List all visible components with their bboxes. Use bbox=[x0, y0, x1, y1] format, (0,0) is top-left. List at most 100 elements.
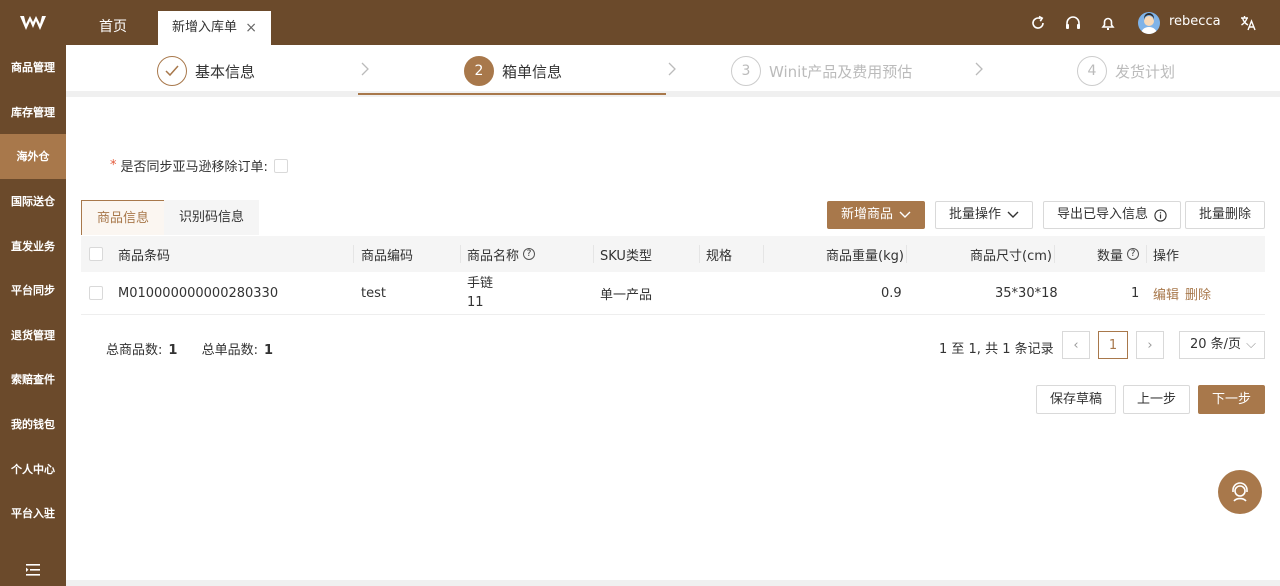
header-code: 商品编码 bbox=[361, 248, 414, 264]
sync-amazon-label: 是否同步亚马逊移除订单: bbox=[120, 160, 268, 175]
sidebar-item-overseas-warehouse[interactable]: 海外仓 bbox=[0, 134, 66, 179]
cell-name-line2: 11 bbox=[467, 295, 484, 310]
step-winit-product[interactable]: 3 Winit产品及费用预估 bbox=[731, 56, 912, 86]
total-products-value: 1 bbox=[168, 343, 178, 358]
sidebar-item-direct-shipping[interactable]: 直发业务 bbox=[0, 223, 66, 268]
collapse-menu-icon[interactable] bbox=[0, 564, 66, 576]
chevron-down-icon bbox=[899, 211, 911, 218]
pagination-range: 1 至 1, 共 1 条记录 bbox=[939, 342, 1054, 357]
bell-icon[interactable] bbox=[1099, 14, 1117, 32]
select-all-checkbox[interactable] bbox=[89, 247, 103, 261]
column-divider bbox=[353, 245, 354, 263]
sidebar-item-platform-sync[interactable]: 平台同步 bbox=[0, 268, 66, 313]
sidebar-item-wallet[interactable]: 我的钱包 bbox=[0, 402, 66, 447]
cell-name: 手链 11 bbox=[467, 272, 493, 314]
step-number: 3 bbox=[731, 56, 761, 86]
chevron-right-icon bbox=[668, 62, 676, 76]
chevron-down-icon: ⌵ bbox=[1246, 337, 1256, 352]
prev-page-button[interactable]: ‹ bbox=[1062, 331, 1090, 359]
info-icon[interactable] bbox=[1154, 208, 1167, 222]
tab-home[interactable]: 首页 bbox=[99, 0, 127, 45]
table-row: M010000000000280330 test 手链 11 单一产品 0.9 … bbox=[81, 272, 1265, 315]
next-page-button[interactable]: › bbox=[1136, 331, 1164, 359]
page-size-select[interactable]: 20 条/页 ⌵ bbox=[1179, 331, 1265, 359]
cell-weight: 0.9 bbox=[881, 285, 902, 301]
cell-size: 35*30*18 bbox=[995, 285, 1058, 301]
chevron-right-icon bbox=[975, 62, 983, 76]
sidebar-item-returns[interactable]: 退货管理 bbox=[0, 313, 66, 358]
add-product-label: 新增商品 bbox=[841, 207, 894, 222]
chevron-down-icon bbox=[1007, 211, 1019, 218]
sidebar-item-inventory[interactable]: 库存管理 bbox=[0, 90, 66, 135]
edit-link[interactable]: 编辑 bbox=[1153, 284, 1179, 303]
sidebar-item-claims[interactable]: 索赔查件 bbox=[0, 357, 66, 402]
total-single-value: 1 bbox=[263, 343, 274, 358]
row-checkbox[interactable] bbox=[89, 286, 103, 300]
step-packing-list[interactable]: 2 箱单信息 bbox=[464, 56, 562, 86]
summary-totals: 总商品数: 1 总单品数: 1 bbox=[106, 339, 293, 358]
step-shipping-plan[interactable]: 4 发货计划 bbox=[1077, 56, 1175, 86]
column-divider bbox=[906, 245, 907, 263]
prev-step-button[interactable]: 上一步 bbox=[1123, 385, 1191, 414]
table-header: 商品条码 商品编码 商品名称 ? SKU类型 规格 商品重量(kg) 商品尺寸(… bbox=[81, 236, 1265, 272]
add-product-button[interactable]: 新增商品 bbox=[827, 201, 926, 229]
tab-product-info[interactable]: 商品信息 bbox=[81, 200, 166, 235]
cell-barcode: M010000000000280330 bbox=[118, 285, 279, 301]
export-imported-button[interactable]: 导出已导入信息 bbox=[1043, 201, 1182, 229]
tab-label: 新增入库单 bbox=[172, 20, 238, 35]
refresh-icon[interactable] bbox=[1029, 14, 1047, 32]
step-label: Winit产品及费用预估 bbox=[769, 62, 913, 81]
sync-amazon-checkbox[interactable] bbox=[273, 158, 288, 173]
translate-icon[interactable] bbox=[1239, 14, 1257, 32]
step-number: 4 bbox=[1077, 56, 1107, 86]
save-draft-button[interactable]: 保存草稿 bbox=[1036, 385, 1117, 414]
sidebar-item-profile[interactable]: 个人中心 bbox=[0, 446, 66, 491]
total-single-label: 总单品数: bbox=[201, 343, 258, 358]
customer-service-button[interactable] bbox=[1218, 470, 1262, 514]
step-label: 箱单信息 bbox=[502, 62, 563, 81]
next-step-button[interactable]: 下一步 bbox=[1198, 385, 1266, 414]
active-step-underline bbox=[358, 93, 666, 95]
step-number: 2 bbox=[464, 56, 494, 86]
batch-delete-button[interactable]: 批量删除 bbox=[1185, 201, 1266, 229]
header-sku-type: SKU类型 bbox=[600, 248, 652, 264]
total-products-label: 总商品数: bbox=[106, 343, 163, 358]
header-spec: 规格 bbox=[706, 248, 733, 264]
cell-qty: 1 bbox=[1131, 285, 1140, 301]
chevron-right-icon bbox=[361, 62, 369, 76]
help-icon[interactable]: ? bbox=[523, 248, 536, 260]
header-name-label: 商品名称 bbox=[467, 248, 520, 264]
page-size-value: 20 条/页 bbox=[1190, 337, 1242, 352]
header-barcode: 商品条码 bbox=[118, 248, 171, 264]
column-divider bbox=[1146, 245, 1147, 263]
page-1-button[interactable]: 1 bbox=[1098, 331, 1128, 359]
delete-link[interactable]: 删除 bbox=[1185, 284, 1211, 303]
main-panel: 基本信息 2 箱单信息 3 Winit产品及费用预估 4 发货计划 * 是否同步… bbox=[66, 45, 1280, 580]
step-label: 基本信息 bbox=[195, 62, 256, 81]
sidebar-item-products[interactable]: 商品管理 bbox=[0, 45, 66, 90]
step-bar: 基本信息 2 箱单信息 3 Winit产品及费用预估 4 发货计划 bbox=[66, 45, 1280, 97]
tab-new-inbound-order[interactable]: 新增入库单 × bbox=[158, 11, 271, 45]
sidebar-item-platform-join[interactable]: 平台入驻 bbox=[0, 491, 66, 536]
column-divider bbox=[460, 245, 461, 263]
header-weight: 商品重量(kg) bbox=[826, 248, 904, 264]
username[interactable]: rebecca bbox=[1169, 14, 1221, 29]
top-bar: 首页 新增入库单 × rebecca bbox=[66, 0, 1280, 45]
product-table: 商品条码 商品编码 商品名称 ? SKU类型 规格 商品重量(kg) 商品尺寸(… bbox=[81, 236, 1265, 315]
tab-id-code-info[interactable]: 识别码信息 bbox=[164, 200, 260, 235]
batch-ops-button[interactable]: 批量操作 bbox=[935, 201, 1034, 229]
step-label: 发货计划 bbox=[1115, 62, 1176, 81]
help-icon[interactable]: ? bbox=[1127, 248, 1140, 260]
column-divider bbox=[1054, 245, 1055, 263]
column-divider bbox=[699, 245, 700, 263]
header-qty-label: 数量 bbox=[1097, 248, 1124, 264]
close-tab-icon[interactable]: × bbox=[245, 11, 257, 45]
sidebar-item-intl-delivery[interactable]: 国际送仓 bbox=[0, 179, 66, 224]
headset-icon[interactable] bbox=[1064, 14, 1082, 32]
winit-logo[interactable] bbox=[0, 0, 66, 45]
avatar[interactable] bbox=[1138, 12, 1160, 34]
batch-ops-label: 批量操作 bbox=[949, 207, 1002, 222]
export-imported-label: 导出已导入信息 bbox=[1057, 207, 1149, 222]
header-name: 商品名称 ? bbox=[467, 236, 536, 272]
step-basic-info[interactable]: 基本信息 bbox=[157, 56, 255, 86]
